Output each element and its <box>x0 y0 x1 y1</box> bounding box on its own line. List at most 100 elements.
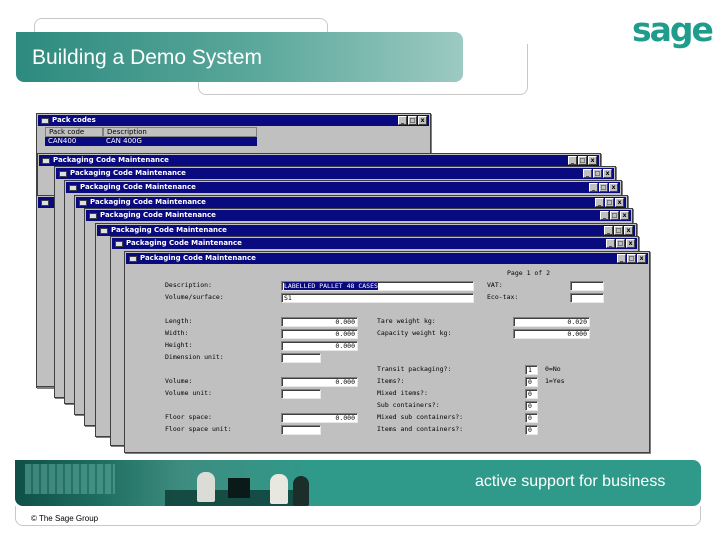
capacity-weight-field[interactable]: 0.000 <box>513 329 590 339</box>
floor-space-unit-label: Floor space unit: <box>165 425 232 433</box>
window-title: Packaging Code Maintenance <box>90 198 206 206</box>
photo-person <box>293 476 309 506</box>
col-description-header[interactable]: Description <box>103 127 257 137</box>
window-icon <box>59 171 67 177</box>
minimize-icon[interactable]: _ <box>568 156 577 165</box>
floor-space-unit-field[interactable] <box>281 425 321 435</box>
close-icon[interactable]: x <box>626 239 635 248</box>
close-icon[interactable]: x <box>418 116 427 125</box>
vat-label: VAT: <box>487 281 503 289</box>
window-title-bar[interactable]: Packaging Code Maintenance _ □ x <box>126 253 648 264</box>
legend-no: 0=No <box>545 365 561 373</box>
maximize-icon[interactable]: □ <box>610 211 619 220</box>
window-title: Packaging Code Maintenance <box>53 156 169 164</box>
window-title-bar[interactable]: Packaging Code Maintenance _ □ x <box>66 182 620 193</box>
minimize-icon[interactable]: _ <box>600 211 609 220</box>
window-title: Packaging Code Maintenance <box>100 211 216 219</box>
width-field[interactable]: 0.000 <box>281 329 358 339</box>
height-field[interactable]: 0.000 <box>281 341 358 351</box>
floor-space-field[interactable]: 0.000 <box>281 413 358 423</box>
page-indicator: Page 1 of 2 <box>507 269 551 277</box>
close-icon[interactable]: x <box>624 226 633 235</box>
window-title-bar[interactable]: Packaging Code Maintenance _ □ x <box>39 155 599 166</box>
volume-field[interactable]: 0.000 <box>281 377 358 387</box>
window-title-bar[interactable]: Packaging Code Maintenance _ □ x <box>97 225 635 236</box>
dimension-unit-label: Dimension unit: <box>165 353 224 361</box>
col-pack-code-header[interactable]: Pack code <box>45 127 103 137</box>
mixed-sub-containers-field[interactable]: 0 <box>525 413 538 423</box>
office-photo <box>15 460 315 506</box>
window-icon <box>42 158 50 164</box>
window-title-bar[interactable]: Packaging Code Maintenance _ □ x <box>56 168 614 179</box>
tagline: active support for business <box>475 473 666 490</box>
capacity-weight-label: Capacity weight kg: <box>377 329 452 337</box>
copyright: © The Sage Group <box>31 514 99 523</box>
vat-field[interactable] <box>570 281 604 291</box>
window-title-bar[interactable]: Packaging Code Maintenance _ □ x <box>76 197 626 208</box>
description-field[interactable]: LABELLED PALLET 48 CASES <box>281 281 474 291</box>
window-title-bar[interactable]: Packaging Code Maintenance _ □ x <box>112 238 637 249</box>
items-field[interactable]: 0 <box>525 377 538 387</box>
photo-person <box>270 474 288 504</box>
minimize-icon[interactable]: _ <box>398 116 407 125</box>
maximize-icon[interactable]: □ <box>599 183 608 192</box>
items-and-containers-label: Items and containers?: <box>377 425 464 433</box>
description-label: Description: <box>165 281 212 289</box>
minimize-icon[interactable]: _ <box>583 169 592 178</box>
minimize-icon[interactable]: _ <box>604 226 613 235</box>
sub-containers-label: Sub containers?: <box>377 401 440 409</box>
pack-code-cell[interactable]: CAN400 <box>45 137 103 146</box>
window-title-bar[interactable]: Packaging Code Maintenance _ □ x <box>86 210 631 221</box>
packaging-window-front[interactable]: Packaging Code Maintenance _ □ x Page 1 of … <box>124 251 650 453</box>
close-icon[interactable]: x <box>603 169 612 178</box>
close-icon[interactable]: x <box>588 156 597 165</box>
tare-weight-field[interactable]: 0.020 <box>513 317 590 327</box>
maximize-icon[interactable]: □ <box>614 226 623 235</box>
minimize-icon[interactable]: _ <box>606 239 615 248</box>
items-label: Items?: <box>377 377 405 385</box>
maximize-icon[interactable]: □ <box>408 116 417 125</box>
transit-packaging-field[interactable]: 1 <box>525 365 538 375</box>
photo-window <box>25 464 115 494</box>
maximize-icon[interactable]: □ <box>627 254 636 263</box>
window-icon <box>89 213 97 219</box>
eco-tax-field[interactable] <box>570 293 604 303</box>
pack-codes-title-bar[interactable]: Pack codes _ □ x <box>38 115 429 126</box>
volume-surface-field[interactable]: S1 <box>281 293 474 303</box>
length-label: Length: <box>165 317 193 325</box>
pack-description-cell[interactable]: CAN 400G <box>103 137 257 146</box>
items-and-containers-field[interactable]: 0 <box>525 425 538 435</box>
minimize-icon[interactable]: _ <box>595 198 604 207</box>
sage-logo: sage <box>632 10 714 49</box>
volume-unit-field[interactable] <box>281 389 321 399</box>
photo-monitor <box>228 478 250 498</box>
tare-weight-label: Tare weight kg: <box>377 317 436 325</box>
window-title: Packaging Code Maintenance <box>70 169 186 177</box>
volume-surface-label: Volume/surface: <box>165 293 224 301</box>
maximize-icon[interactable]: □ <box>616 239 625 248</box>
window-icon <box>41 118 49 124</box>
volume-unit-label: Volume unit: <box>165 389 212 397</box>
maximize-icon[interactable]: □ <box>578 156 587 165</box>
transit-packaging-label: Transit packaging?: <box>377 365 452 373</box>
sub-containers-field[interactable]: 0 <box>525 401 538 411</box>
close-icon[interactable]: x <box>615 198 624 207</box>
maximize-icon[interactable]: □ <box>605 198 614 207</box>
slide-title: Building a Demo System <box>32 46 262 69</box>
minimize-icon[interactable]: _ <box>589 183 598 192</box>
close-icon[interactable]: x <box>609 183 618 192</box>
minimize-icon[interactable]: _ <box>617 254 626 263</box>
pack-codes-title: Pack codes <box>52 116 96 124</box>
window-icon <box>100 228 108 234</box>
dimension-unit-field[interactable] <box>281 353 321 363</box>
close-icon[interactable]: x <box>637 254 646 263</box>
length-field[interactable]: 0.000 <box>281 317 358 327</box>
legend-yes: 1=Yes <box>545 377 565 385</box>
floor-space-label: Floor space: <box>165 413 212 421</box>
maximize-icon[interactable]: □ <box>593 169 602 178</box>
close-icon[interactable]: x <box>620 211 629 220</box>
mixed-items-field[interactable]: 0 <box>525 389 538 399</box>
height-label: Height: <box>165 341 193 349</box>
window-title: Packaging Code Maintenance <box>80 183 196 191</box>
volume-label: Volume: <box>165 377 193 385</box>
